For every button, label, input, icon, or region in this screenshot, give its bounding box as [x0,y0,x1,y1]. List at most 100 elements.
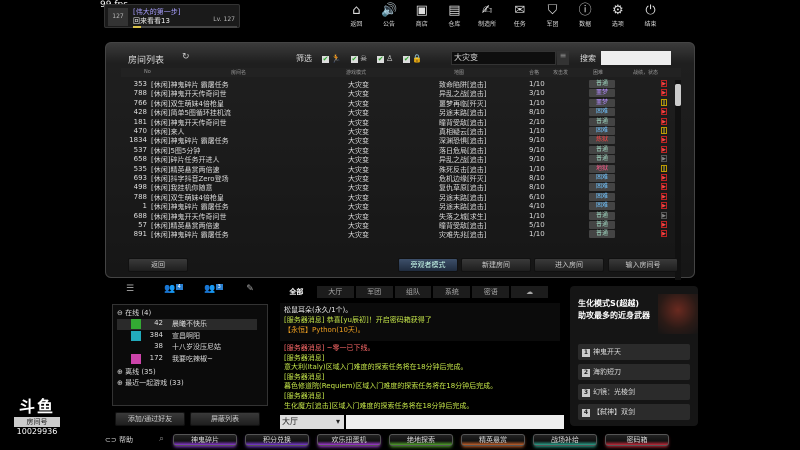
room-players: 8/10 [529,183,545,192]
search-icon[interactable]: ⌕ [159,434,164,444]
event-item[interactable]: 3 幻镜：光棱剑 [578,384,690,400]
filter-soldier-checkbox[interactable]: ✔ 🏃 [322,54,341,63]
col-status[interactable]: 战绩，状态 [633,69,658,76]
help-button[interactable]: ⊂⊃ 帮助 [105,435,133,445]
nav-item[interactable]: ▣ 商店 [405,2,438,30]
tab-clan[interactable]: 👥 3 [190,284,230,298]
event-item[interactable]: 1 神鬼开天 [578,344,690,360]
friend-item[interactable]: 38 十八岁没压尼姑 [117,342,257,353]
chat-channel-select[interactable]: 大厅 ▾ [280,415,344,429]
group-offline[interactable]: ⊕ 离线 (35) [117,367,156,377]
bottom-button[interactable]: 神鬼碎片 [173,434,237,446]
create-room-button[interactable]: 新建房间 [461,258,531,272]
table-row[interactable]: 1 [休闲]神鬼碎片 霸屠任务 大灾变 另途末路[追击] 4/10 困难 ▶ [121,202,676,211]
tab-friends-list[interactable]: ☰ [110,284,150,298]
nav-item[interactable]: ✍ 制造所 [471,2,504,30]
table-row[interactable]: 1834 [休闲]神鬼碎片 霸屠任务 大灾变 深渊恐惧[追击] 9/10 炼狱 ▶ [121,136,676,145]
nav-item[interactable]: ⛉ 军团 [536,2,569,30]
event-item[interactable]: 2 海豹短刀 [578,364,690,380]
chat-input[interactable] [346,415,564,429]
mode-select[interactable]: 大灾变 [451,51,556,65]
enter-room-button[interactable]: 进入房间 [534,258,604,272]
room-list-scrollbar[interactable] [675,80,681,280]
nav-label: 选项 [611,21,624,28]
bottom-button[interactable]: 积分兑换 [245,434,309,446]
list-menu-icon[interactable]: ≡ [557,51,569,65]
nav-item[interactable]: ▤ 仓库 [438,2,471,30]
bottom-button[interactable]: 精英悬赏 [461,434,525,446]
group-online[interactable]: ⊖ 在线 (4) [117,308,151,318]
table-row[interactable]: 57 [休闲]精英悬赏两倍速 大灾变 瞳背受敌[追击] 5/10 普通 ▶ [121,221,676,230]
play-icon: ▶ [661,221,667,228]
col-players[interactable]: 合格 [529,69,539,76]
shop-icon: ▣ [415,3,428,18]
table-row[interactable]: 428 [休闲]简单5图循环挂机流 大灾变 另途末路[追击] 8/10 困难 ▶ [121,108,676,117]
bottom-button[interactable]: 密码箱 [605,434,669,446]
tab-chat[interactable]: 全部 [278,286,315,298]
table-row[interactable]: 766 [休闲]双生萌妹4倍枪皇 大灾变 噩梦再临[歼灭] 1/10 噩梦 ‖ [121,98,676,108]
event-item[interactable]: 4 【弑神】双剑 [578,404,690,420]
filter-locked-checkbox[interactable]: ✔ 🔒 [403,54,422,63]
col-difficulty[interactable]: 困难 [593,69,603,76]
col-mode[interactable]: 游戏模式 [346,69,366,76]
event-panel: 生化模式S(超越) 助攻最多的近身武器 1 神鬼开天 2 海豹短刀 3 幻镜：光棱剑 4 【弑神… [570,286,698,426]
column-header: No 房间名 游戏模式 地图 合格 攻击发 困难 战绩，状态 [121,68,681,77]
search-input[interactable] [601,51,671,65]
table-row[interactable]: 788 [休闲]双生萌妹4倍枪皇 大灾变 另途末路[追击] 6/10 困难 ▶ [121,192,676,202]
room-difficulty: 普通 [589,80,615,88]
crafting-icon: ✍ [481,3,493,18]
chat-line: [服务器消息] ~零一已下线。 [284,344,375,352]
emoji-icon[interactable]: ☁ [511,286,549,298]
table-row[interactable]: 353 [休闲]神鬼碎片 霸屠任务 大灾变 致命陷阱[追击] 1/10 普通 ▶ [121,80,676,89]
table-row[interactable]: 658 [休闲]碎片任务开进人 大灾变 异乱之战[追击] 9/10 普通 ▶ [121,155,676,164]
col-no[interactable]: No [144,69,151,75]
nav-item[interactable]: ✉ 任务 [503,2,536,30]
friend-item[interactable]: 384 宣昌啊阳 [117,330,257,342]
nav-item[interactable]: ⚙ 选项 [602,2,635,30]
col-attack[interactable]: 攻击发 [553,69,568,76]
room-difficulty: 地狱 [589,164,615,173]
table-row[interactable]: 688 [休闲]神鬼开天传奇问世 大灾变 失落之城[求生] 1/10 普通 ▶ [121,211,676,221]
table-row[interactable]: 788 [休闲]神鬼开天传奇问世 大灾变 异乱之战[追击] 3/10 噩梦 ▶ [121,89,676,98]
table-row[interactable]: 535 [休闲]精英悬赏两倍速 大灾变 殊死反击[追击] 1/10 地狱 ‖ [121,164,676,174]
nav-item[interactable]: ⓘ 数据 [569,2,602,30]
block-list-button[interactable]: 屏蔽列表 [190,412,260,426]
chat-line: 生化魔方[追击]区域入门难度的探索任务将在18分钟后完成。 [284,401,474,410]
tab-chat[interactable]: 组队 [394,286,432,298]
nav-item[interactable]: ⏻ 结束 [634,2,667,30]
tab-chat[interactable]: 密语 [472,286,510,298]
nav-item[interactable]: ⌂ 返回 [340,2,373,30]
table-row[interactable]: 470 [休闲]来人 大灾变 真相疑云[追击] 1/10 困难 ‖ [121,127,676,136]
tab-chat[interactable]: 系统 [433,286,471,298]
enter-room-number-button[interactable]: 输入房间号 [608,258,678,272]
info-icon: ⓘ [578,3,592,18]
tab-chat[interactable]: 大厅 [316,286,354,298]
refresh-icon[interactable]: ↻ [182,52,190,62]
back-button[interactable]: 返回 [128,258,188,272]
bottom-button[interactable]: 战场补给 [533,434,597,446]
tab-friends[interactable]: 👥 4 [150,284,190,298]
room-number: 537 [133,145,147,154]
friend-item[interactable]: 42 晨曦不快乐 [117,319,257,330]
nav-item[interactable]: 🔊 公告 [373,2,406,30]
col-map[interactable]: 地图 [454,69,464,76]
tab-chat[interactable]: 军团 [355,286,393,298]
friend-item[interactable]: 172 我要吃辣椒~ [117,353,257,365]
top-nav: ⌂ 返回 🔊 公告 ▣ 商店 ▤ 仓库 ✍ 制造所 ✉ 任务 ⛉ 军团 ⓘ 数据 ⚙ 选项 ⏻ 结束 [340,2,700,30]
bottom-button[interactable]: 绝地探索 [389,434,453,446]
tab-message[interactable]: ✎ [230,284,270,298]
bottom-button[interactable]: 欢乐扭蛋机 [317,434,381,446]
filter-ghost-checkbox[interactable]: ✔ ☠ [350,54,367,63]
table-row[interactable]: 693 [休闲]抖字抖音Zero登场 大灾变 危机边缘[歼灭] 8/10 困难 ▶ [121,174,676,183]
table-row[interactable]: 537 [休闲]5图5分钟 大灾变 落日危局[追击] 9/10 普通 ▶ [121,145,676,155]
add-friend-button[interactable]: 添加/通过好友 [115,412,185,426]
play-icon: ▶ [661,80,667,87]
group-recent[interactable]: ⊕ 最近一起游戏 (33) [117,378,184,388]
observer-mode-button[interactable]: 旁观者模式 [398,258,458,272]
col-room-name[interactable]: 房间名 [231,69,246,76]
table-row[interactable]: 181 [休闲]神鬼开天传奇问世 大灾变 瞳背受敌[追击] 2/10 普通 ▶ [121,117,676,127]
play-icon: ▶ [661,211,667,219]
table-row[interactable]: 498 [休闲]我挂机你随意 大灾变 复仇草原[追击] 8/10 困难 ▶ [121,183,676,192]
filter-waiting-checkbox[interactable]: ✔ ♙ [377,54,393,63]
table-row[interactable]: 891 [休闲]神鬼碎片 霸屠任务 大灾变 灾难先兆[追击] 1/10 普通 ▶ [121,230,676,239]
